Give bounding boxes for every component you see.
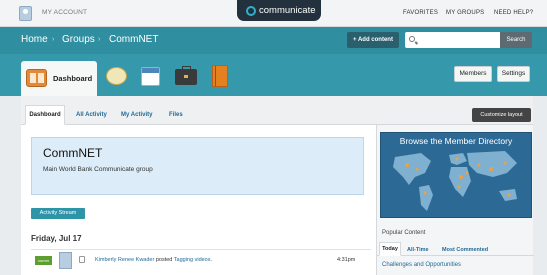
avatar[interactable] (59, 252, 72, 269)
activity-user-link[interactable]: Kimberly Renee Kwader (95, 257, 154, 263)
chat-icon[interactable] (106, 67, 127, 85)
customize-layout-button[interactable]: Customize layout (472, 108, 531, 122)
member-directory-title: Browse the Member Directory (399, 136, 513, 146)
popular-content-heading: Popular Content (382, 230, 426, 236)
tab-all-activity[interactable]: All Activity (76, 112, 107, 118)
tab-today[interactable]: Today (379, 242, 401, 256)
search-input[interactable] (405, 32, 500, 48)
tab-files[interactable]: Files (169, 112, 183, 118)
activity-item-link[interactable]: Tagging videos. (174, 257, 212, 263)
communicate-logo-icon (246, 6, 256, 16)
search-button[interactable]: Search (500, 32, 532, 48)
activity-verb: posted (155, 257, 173, 263)
brand-name: communicate (259, 5, 316, 16)
breadcrumb-separator: › (52, 36, 55, 43)
group-info-box: CommNET Main World Bank Communicate grou… (31, 137, 364, 195)
briefcase-icon[interactable] (175, 66, 197, 85)
settings-button[interactable]: Settings (497, 66, 530, 82)
book-icon[interactable] (212, 65, 228, 87)
search-icon (409, 36, 415, 42)
breadcrumb-groups[interactable]: Groups (62, 34, 95, 45)
tab-my-activity[interactable]: My Activity (121, 112, 152, 118)
dashboard-app-tab[interactable]: Dashboard (21, 61, 97, 96)
header-bar: Home › Groups › CommNET + Add content Se… (0, 27, 547, 54)
favorites-link[interactable]: FAVORITES (403, 10, 438, 16)
member-directory-card[interactable]: Browse the Member Directory (380, 132, 532, 218)
members-button[interactable]: Members (454, 66, 492, 82)
activity-stream-button[interactable]: Activity Stream (31, 208, 85, 219)
tab-most-commented[interactable]: Most Commented (442, 247, 488, 253)
group-description: Main World Bank Communicate group (43, 166, 153, 173)
my-groups-link[interactable]: MY GROUPS (446, 10, 484, 16)
main-content: Dashboard All Activity My Activity Files… (21, 96, 534, 275)
tab-dashboard[interactable]: Dashboard (25, 105, 65, 125)
content-tabs: Dashboard All Activity My Activity Files… (21, 96, 533, 125)
calendar-icon[interactable] (141, 67, 160, 86)
app-badge: comm (35, 256, 52, 265)
group-title: CommNET (43, 146, 103, 160)
dashboard-app-label: Dashboard (53, 74, 93, 83)
brand-logo[interactable]: communicate (237, 0, 321, 21)
account-avatar-icon[interactable] (19, 6, 32, 21)
activity-entry: Kimberly Renee Kwader posted Tagging vid… (95, 257, 212, 263)
my-account-link[interactable]: MY ACCOUNT (42, 9, 87, 16)
top-bar: MY ACCOUNT communicate FAVORITES MY GROU… (0, 0, 547, 27)
document-icon (79, 256, 85, 263)
add-content-button[interactable]: + Add content (347, 32, 399, 48)
divider (31, 249, 371, 250)
app-strip: Dashboard Members Settings (0, 54, 547, 96)
activity-timestamp: 4:31pm (337, 257, 356, 263)
need-help-link[interactable]: NEED HELP? (494, 10, 533, 16)
breadcrumb-separator: › (98, 36, 101, 43)
right-sidebar: Browse the Member Directory Popular Cont… (376, 125, 534, 275)
tab-all-time[interactable]: All-Time (407, 247, 429, 253)
activity-date-heading: Friday, Jul 17 (31, 234, 82, 243)
popular-content-link[interactable]: Challenges and Opportunities (382, 262, 461, 268)
dashboard-icon (26, 69, 47, 87)
breadcrumb-current-group: CommNET (109, 34, 159, 45)
breadcrumb-home[interactable]: Home (21, 34, 48, 45)
